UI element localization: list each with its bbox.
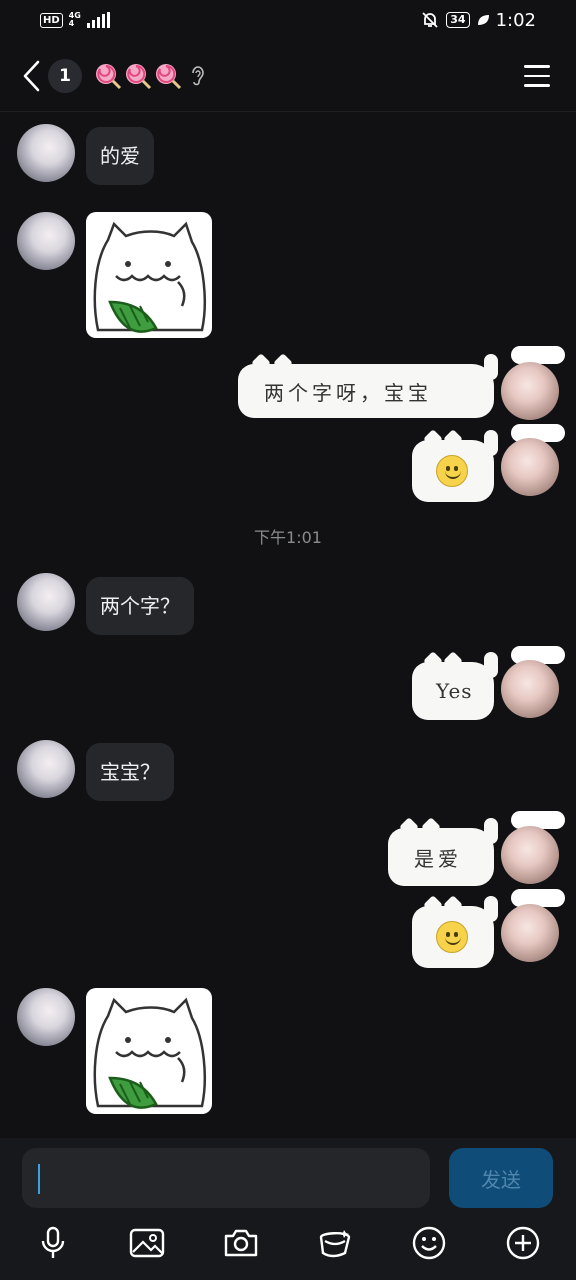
lollipop-icon [156, 64, 182, 90]
leaf-icon [477, 15, 489, 25]
outgoing-message[interactable]: Yes [412, 651, 498, 720]
gallery-button[interactable] [127, 1223, 167, 1263]
my-avatar[interactable] [501, 438, 559, 496]
outgoing-message[interactable]: 两个字呀，宝宝 [238, 353, 498, 418]
my-avatar[interactable] [501, 826, 559, 884]
camera-icon [224, 1229, 258, 1257]
contact-avatar[interactable] [17, 740, 75, 798]
outgoing-emoji-message[interactable] [412, 429, 498, 502]
ear-icon [192, 66, 204, 86]
contact-avatar[interactable] [17, 124, 75, 182]
lollipop-icon [96, 64, 122, 90]
contact-avatar[interactable] [17, 212, 75, 270]
battery-indicator: 34 [446, 12, 470, 28]
camera-button[interactable] [221, 1223, 261, 1263]
signal-icon [86, 12, 110, 28]
unread-count-badge[interactable]: 1 [48, 59, 82, 93]
incoming-message[interactable]: 两个字？ [86, 577, 194, 635]
outgoing-message[interactable]: 是爱 [388, 817, 498, 886]
hd-indicator: HD [40, 12, 63, 28]
emoji-button[interactable] [409, 1223, 449, 1263]
header-divider [0, 111, 576, 112]
message-input[interactable] [22, 1148, 430, 1208]
incoming-message[interactable]: 的爱 [86, 127, 154, 185]
mic-icon [41, 1226, 65, 1258]
clock: 1:02 [495, 9, 536, 31]
contact-avatar[interactable] [17, 573, 75, 631]
emoji-icon [412, 1226, 446, 1260]
image-icon [129, 1228, 165, 1258]
status-left: HD 4G 4 [40, 12, 110, 28]
cat-watermelon-sticker-image [93, 997, 207, 1109]
network-type-bottom: 4 [68, 19, 75, 28]
back-button[interactable] [20, 59, 42, 93]
lollipop-icon [126, 64, 152, 90]
input-toolbar [0, 1218, 576, 1268]
message-timestamp: 下午1:01 [254, 528, 322, 547]
outgoing-emoji-message[interactable] [412, 895, 498, 968]
status-right: 34 1:02 [420, 10, 536, 31]
mute-bell-icon [422, 12, 438, 28]
outgoing-message-text: 是爱 [414, 846, 462, 871]
gift-icon [319, 1230, 351, 1258]
network-type: 4G 4 [69, 12, 81, 28]
chat-header: 1 [0, 48, 576, 104]
status-bar: HD 4G 4 34 1:02 [0, 0, 576, 40]
chevron-left-icon [23, 60, 40, 92]
voice-button[interactable] [33, 1223, 73, 1263]
plus-icon [506, 1226, 540, 1260]
more-button[interactable] [503, 1223, 543, 1263]
outgoing-message-text: 两个字呀，宝宝 [264, 380, 432, 405]
my-avatar[interactable] [501, 362, 559, 420]
my-avatar[interactable] [501, 904, 559, 962]
input-area: 发送 [0, 1138, 576, 1280]
incoming-message[interactable]: 宝宝？ [86, 743, 174, 801]
my-avatar[interactable] [501, 660, 559, 718]
send-button[interactable]: 发送 [449, 1148, 553, 1208]
avatar-speech-tag [511, 346, 565, 364]
menu-button[interactable] [524, 60, 556, 92]
smile-emoji-icon [436, 455, 468, 487]
text-caret [38, 1164, 40, 1194]
chat-title[interactable] [94, 62, 206, 90]
smile-emoji-icon [436, 921, 468, 953]
red-packet-button[interactable] [315, 1223, 355, 1263]
cat-sticker[interactable] [86, 988, 212, 1114]
contact-avatar[interactable] [17, 988, 75, 1046]
cat-sticker[interactable] [86, 212, 212, 338]
outgoing-message-text: Yes [436, 679, 473, 703]
cat-watermelon-sticker-image [93, 221, 207, 333]
